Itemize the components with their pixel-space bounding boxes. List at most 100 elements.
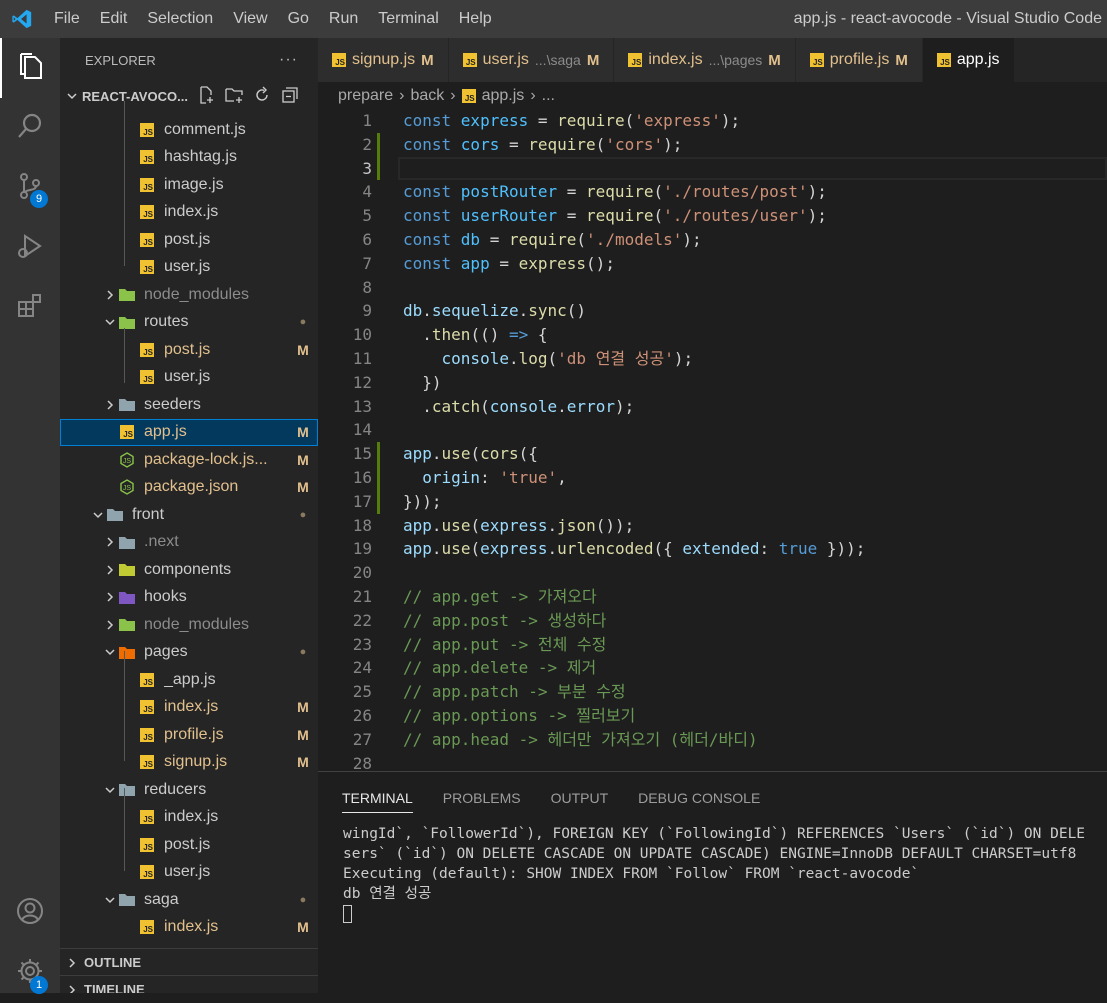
code-line[interactable]: const postRouter = require('./routes/pos… bbox=[403, 180, 827, 204]
tree-item[interactable]: JS index.js bbox=[60, 199, 318, 227]
code-line[interactable]: // app.head -> 헤더만 가져오기 (헤더/바디) bbox=[403, 728, 758, 752]
code-token: = bbox=[557, 206, 587, 226]
tree-item[interactable]: JS post.js M bbox=[60, 336, 318, 364]
manage-activity[interactable]: 1 bbox=[0, 943, 60, 1003]
menu-edit[interactable]: Edit bbox=[90, 0, 138, 38]
tree-item[interactable]: JS app.js M bbox=[60, 418, 318, 446]
folder-icon bbox=[118, 314, 136, 330]
tab-profile-js[interactable]: JS profile.js M bbox=[795, 38, 923, 82]
more-actions-button[interactable]: ··· bbox=[279, 51, 298, 69]
tree-item[interactable]: pages ● bbox=[60, 639, 318, 667]
code-line[interactable]: // app.delete -> 제거 bbox=[403, 656, 596, 680]
breadcrumb-file[interactable]: app.js bbox=[482, 87, 525, 105]
panel-tab-problems[interactable]: PROBLEMS bbox=[443, 784, 521, 812]
tab-user-js[interactable]: JS user.js ...\saga M bbox=[448, 38, 615, 82]
tree-item[interactable]: JS package-lock.js... M bbox=[60, 446, 318, 474]
timeline-section[interactable]: TIMELINE bbox=[60, 975, 318, 993]
code-line[interactable]: // app.put -> 전체 수정 bbox=[403, 633, 606, 657]
code-token: , bbox=[557, 468, 567, 487]
tree-item[interactable]: front ● bbox=[60, 501, 318, 529]
tree-item[interactable]: JS post.js bbox=[60, 226, 318, 254]
explorer-activity[interactable] bbox=[0, 38, 60, 98]
code-line[interactable]: const db = require('./models'); bbox=[403, 228, 702, 252]
tree-item[interactable]: JS user.js bbox=[60, 254, 318, 282]
menu-file[interactable]: File bbox=[44, 0, 90, 38]
extensions-activity[interactable] bbox=[0, 278, 60, 338]
code-token: const bbox=[403, 134, 461, 154]
new-file-icon[interactable] bbox=[196, 85, 216, 108]
code-line[interactable]: db.sequelize.sync() bbox=[403, 299, 586, 323]
breadcrumb-symbol[interactable]: ... bbox=[542, 87, 555, 105]
terminal-output[interactable]: wingId`, `FollowerId`), FOREIGN KEY (`Fo… bbox=[318, 824, 1107, 924]
tree-item[interactable]: saga ● bbox=[60, 886, 318, 914]
tree-item[interactable]: JS _app.js bbox=[60, 666, 318, 694]
search-activity[interactable] bbox=[0, 98, 60, 158]
code-line[interactable]: // app.patch -> 부분 수정 bbox=[403, 680, 626, 704]
panel-tab-terminal[interactable]: TERMINAL bbox=[342, 784, 413, 813]
tree-item[interactable]: hooks bbox=[60, 584, 318, 612]
menu-help[interactable]: Help bbox=[449, 0, 502, 38]
tab-signup-js[interactable]: JS signup.js M bbox=[318, 38, 449, 82]
breadcrumb-prepare[interactable]: prepare bbox=[338, 87, 393, 105]
tree-item[interactable]: routes ● bbox=[60, 309, 318, 337]
code-line[interactable]: console.log('db 연결 성공'); bbox=[403, 347, 694, 371]
code-line[interactable]: // app.post -> 생성하다 bbox=[403, 609, 606, 633]
code-line[interactable]: }) bbox=[403, 371, 441, 395]
tree-item[interactable]: reducers bbox=[60, 776, 318, 804]
node-json-icon: JS bbox=[118, 451, 136, 468]
refresh-icon[interactable] bbox=[252, 85, 272, 108]
code-line[interactable]: app.use(cors({ bbox=[403, 442, 538, 466]
tree-item[interactable]: JS index.js bbox=[60, 804, 318, 832]
tree-item[interactable]: seeders bbox=[60, 391, 318, 419]
code-line[interactable]: app.use(express.urlencoded({ extended: t… bbox=[403, 537, 865, 561]
code-line[interactable]: // app.get -> 가져오다 bbox=[403, 585, 597, 609]
menu-selection[interactable]: Selection bbox=[137, 0, 223, 38]
menu-view[interactable]: View bbox=[223, 0, 277, 38]
tree-item[interactable]: JS index.js M bbox=[60, 914, 318, 942]
run-debug-activity[interactable] bbox=[0, 218, 60, 278]
code-line[interactable]: const userRouter = require('./routes/use… bbox=[403, 204, 827, 228]
code-line[interactable]: app.use(express.json()); bbox=[403, 514, 634, 538]
tree-item[interactable]: JS user.js bbox=[60, 364, 318, 392]
code-line[interactable]: .catch(console.error); bbox=[403, 395, 634, 419]
tree-item[interactable]: node_modules bbox=[60, 281, 318, 309]
tree-item[interactable]: JS hashtag.js bbox=[60, 144, 318, 172]
tree-item[interactable]: node_modules bbox=[60, 611, 318, 639]
tree-item[interactable]: JS package.json M bbox=[60, 474, 318, 502]
tab-index-js[interactable]: JS index.js ...\pages M bbox=[614, 38, 796, 82]
panel-tab-output[interactable]: OUTPUT bbox=[551, 784, 609, 812]
tab-label: profile.js bbox=[829, 51, 890, 68]
title-bar: File Edit Selection View Go Run Terminal Help a… bbox=[0, 0, 1107, 38]
accounts-activity[interactable] bbox=[0, 883, 60, 943]
code-token: . bbox=[403, 396, 432, 416]
tab-app-js[interactable]: JS app.js bbox=[922, 38, 1015, 82]
code-editor[interactable]: 1 const express = require('express'); 2 con… bbox=[318, 109, 1107, 771]
tree-item[interactable]: JS post.js bbox=[60, 831, 318, 859]
tree-item[interactable]: JS comment.js bbox=[60, 116, 318, 144]
new-folder-icon[interactable] bbox=[224, 85, 244, 108]
breadcrumb-back[interactable]: back bbox=[410, 87, 444, 105]
window-title: app.js - react-avocode - Visual Studio C… bbox=[793, 10, 1102, 27]
tree-item[interactable]: .next bbox=[60, 529, 318, 557]
collapse-all-icon[interactable] bbox=[280, 85, 300, 108]
tree-item[interactable]: JS signup.js M bbox=[60, 749, 318, 777]
menu-go[interactable]: Go bbox=[278, 0, 319, 38]
tree-item[interactable]: JS profile.js M bbox=[60, 721, 318, 749]
code-line[interactable]: })); bbox=[403, 490, 442, 514]
tree-item[interactable]: components bbox=[60, 556, 318, 584]
tree-item[interactable]: JS image.js bbox=[60, 171, 318, 199]
source-control-activity[interactable]: 9 bbox=[0, 158, 60, 218]
code-line[interactable]: origin: 'true', bbox=[403, 466, 567, 490]
code-line[interactable]: .then(() => { bbox=[403, 323, 547, 347]
workspace-row[interactable]: REACT-AVOCO... bbox=[60, 82, 318, 110]
code-line[interactable]: // app.options -> 찔러보기 bbox=[403, 704, 635, 728]
code-line[interactable]: const app = express(); bbox=[403, 252, 615, 276]
code-line[interactable]: const express = require('express'); bbox=[403, 109, 740, 133]
tree-item[interactable]: JS index.js M bbox=[60, 694, 318, 722]
outline-section[interactable]: OUTLINE bbox=[60, 948, 318, 976]
menu-terminal[interactable]: Terminal bbox=[368, 0, 448, 38]
panel-tab-debug-console[interactable]: DEBUG CONSOLE bbox=[638, 784, 760, 812]
tree-item[interactable]: JS user.js bbox=[60, 859, 318, 887]
menu-run[interactable]: Run bbox=[319, 0, 368, 38]
code-line[interactable]: const cors = require('cors'); bbox=[403, 133, 682, 157]
